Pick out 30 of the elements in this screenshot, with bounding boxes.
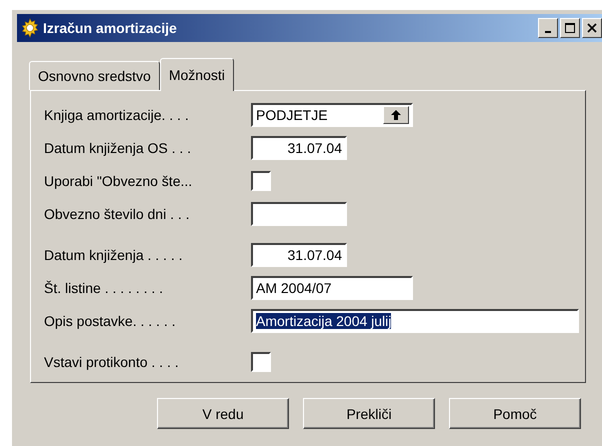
window-title: Izračun amortizacije [43, 20, 178, 36]
tab[interactable]: Osnovno sredstvo [29, 61, 160, 90]
field-label: Datum knjiženja OS . . . [44, 140, 192, 156]
help-button[interactable]: Pomoč [449, 398, 581, 429]
input-field[interactable]: 31.07.04 [251, 243, 347, 267]
checkbox[interactable] [251, 171, 271, 191]
input-field[interactable] [251, 202, 347, 226]
input-field[interactable]: Amortizacija 2004 julij [251, 309, 579, 333]
dropdown-field[interactable]: PODJETJE [251, 103, 413, 127]
ok-button[interactable]: V redu [157, 398, 289, 429]
field-label: Knjiga amortizacije. . . . [44, 107, 190, 123]
field-label: Vstavi protikonto . . . . [44, 354, 180, 370]
field-label: Uporabi "Obvezno šte... [44, 173, 194, 189]
input-field[interactable]: 31.07.04 [251, 136, 347, 160]
close-icon [587, 23, 597, 33]
field-label: Št. listine . . . . . . . . [44, 280, 164, 296]
field-label: Obvezno število dni . . . [44, 206, 191, 222]
close-button[interactable] [582, 18, 602, 38]
lookup-button[interactable] [383, 106, 409, 124]
maximize-icon [564, 22, 576, 34]
maximize-button[interactable] [560, 18, 580, 38]
up-arrow-icon [390, 109, 402, 121]
minimize-button[interactable] [538, 18, 558, 38]
input-field[interactable]: AM 2004/07 [251, 276, 413, 300]
minimize-icon [545, 31, 551, 33]
field-label: Opis postavke. . . . . . [44, 313, 176, 329]
tab[interactable]: Možnosti [160, 58, 234, 91]
cancel-button[interactable]: Prekliči [303, 398, 435, 429]
field-label: Datum knjiženja . . . . . [44, 247, 184, 263]
checkbox[interactable] [251, 352, 271, 372]
